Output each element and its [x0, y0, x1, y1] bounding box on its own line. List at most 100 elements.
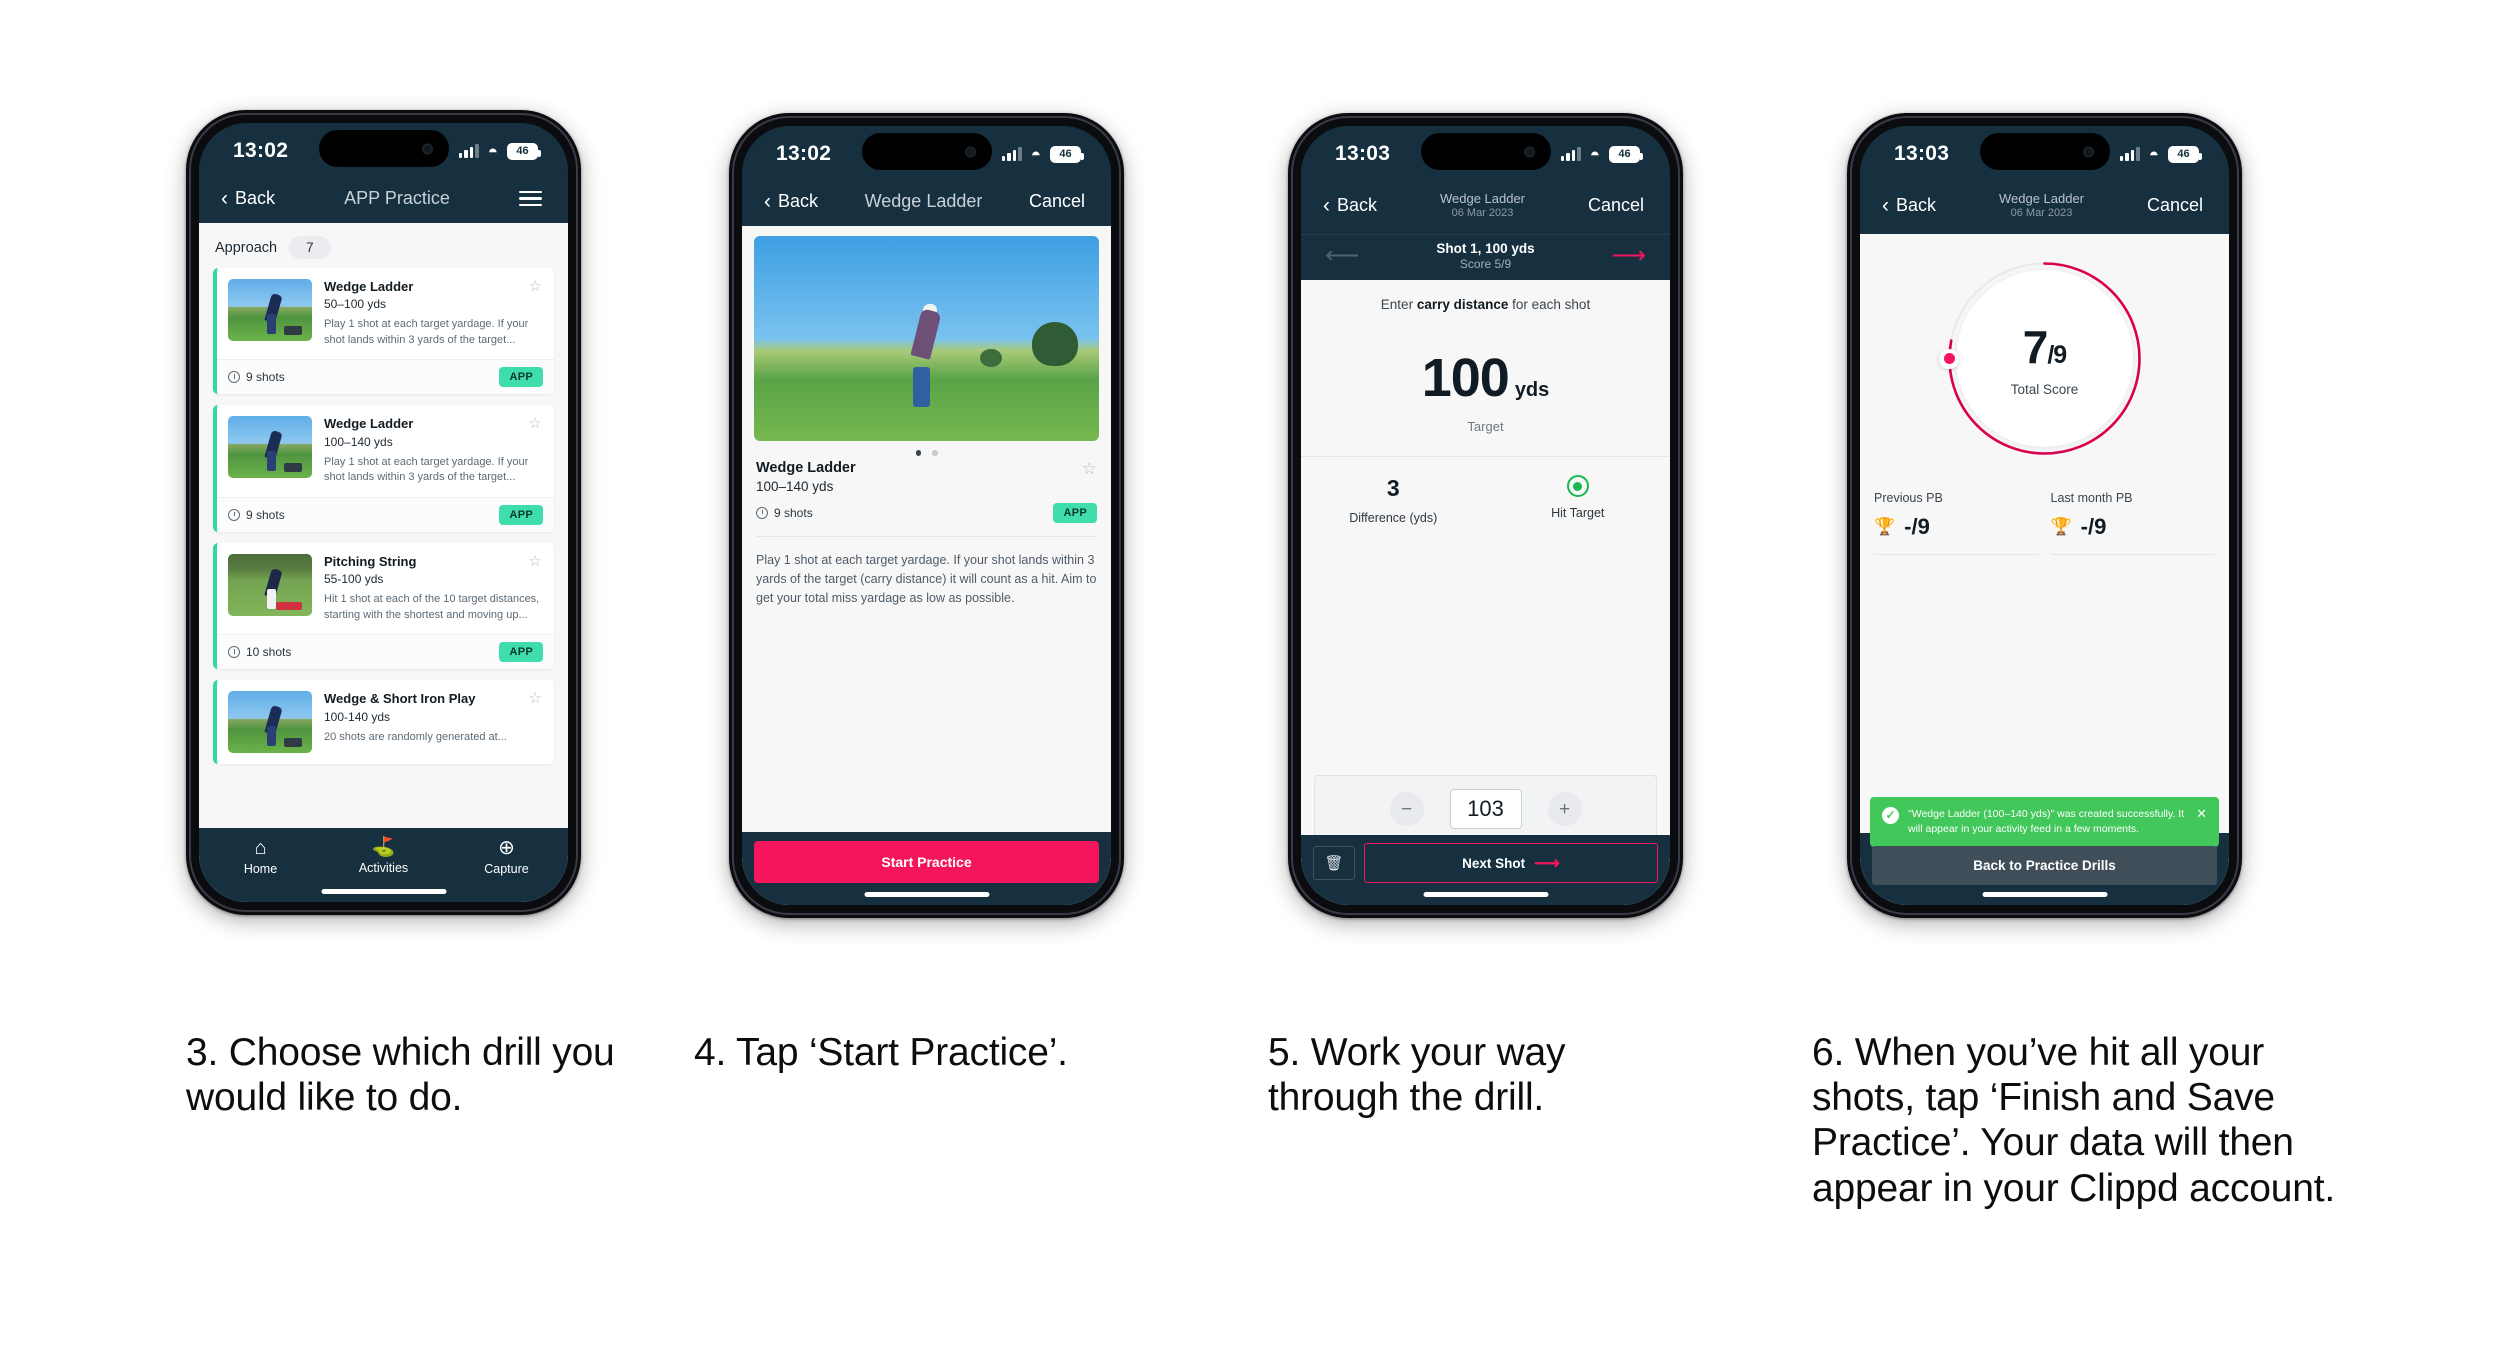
drill-title: Wedge Ladder: [324, 279, 414, 294]
pb-label: Last month PB: [2050, 491, 2133, 506]
favorite-star-icon[interactable]: ☆: [529, 279, 542, 294]
page-title: Wedge Ladder 06 Mar 2023: [1936, 191, 2147, 220]
nav-bar: ‹ Back APP Practice: [199, 179, 568, 223]
shots-label: 10 shots: [246, 645, 292, 660]
section-label: Approach: [215, 239, 278, 256]
tab-activities[interactable]: ⛳ Activities: [323, 838, 445, 875]
score-numerator: 7: [2022, 321, 2049, 374]
start-practice-button[interactable]: Start Practice: [754, 841, 1099, 883]
drill-card[interactable]: Wedge & Short Iron Play ☆ 100-140 yds 20…: [213, 680, 554, 765]
drill-shots: 9 shots: [228, 370, 285, 384]
pb-value: -/9: [2080, 514, 2107, 540]
increment-button[interactable]: +: [1547, 792, 1582, 826]
golf-flag-icon: ⛳: [371, 837, 396, 858]
close-icon[interactable]: ✕: [2196, 807, 2207, 820]
back-button[interactable]: ‹ Back: [1882, 195, 1936, 216]
dynamic-island: [318, 130, 449, 167]
clock-icon: [756, 506, 768, 519]
drill-description: Play 1 shot at each target yardage. If y…: [324, 455, 529, 484]
bullseye-icon: [1566, 475, 1589, 498]
camera-icon: [2082, 146, 2094, 157]
category-tag: APP: [499, 367, 543, 388]
decrement-button[interactable]: −: [1389, 792, 1424, 826]
drill-title: Pitching String: [324, 553, 417, 569]
status-time: 13:03: [1335, 142, 1391, 165]
carousel-dot[interactable]: [932, 450, 938, 456]
cancel-button[interactable]: Cancel: [1588, 195, 1644, 216]
drill-range: 100–140 yds: [324, 434, 393, 449]
phone-4-screen: 13:03 ◓ 46 ‹ Back Wedge Ladder 06 Mar 20…: [1860, 126, 2229, 905]
shot-metrics: 3 Difference (yds) Hit Target: [1301, 456, 1670, 525]
phone-2-screen: 13:02 ◓ 46 ‹ Back Wedge Ladder Cancel We…: [742, 126, 1111, 905]
favorite-star-icon[interactable]: ☆: [529, 554, 542, 569]
favorite-star-icon[interactable]: ☆: [1082, 460, 1097, 477]
success-toast: ✓ "Wedge Ladder (100–140 yds)" was creat…: [1870, 797, 2219, 847]
drill-title: Wedge & Short Iron Play: [324, 691, 476, 707]
phone-1-drill-list: 13:02 ◓ 46 ‹ Back APP Practice Approach: [186, 110, 581, 915]
toast-message: "Wedge Ladder (100–140 yds)" was created…: [1908, 808, 2185, 836]
carousel-dots[interactable]: [742, 441, 1111, 460]
arrow-right-icon[interactable]: ⟶: [1612, 244, 1646, 268]
back-button[interactable]: ‹ Back: [1323, 195, 1377, 216]
drill-card[interactable]: Wedge Ladder ☆ 50–100 yds Play 1 shot at…: [213, 268, 554, 395]
back-to-practice-drills-button[interactable]: Back to Practice Drills: [1872, 846, 2217, 885]
nav-subtitle-text: 06 Mar 2023: [2010, 207, 2073, 220]
drill-shots: 9 shots: [228, 508, 285, 522]
difference-value: 3: [1386, 475, 1400, 502]
bottom-tab-bar: ⌂ Home ⛳ Activities ⊕ Capture: [199, 828, 568, 902]
drill-description: Hit 1 shot at each of the 10 target dist…: [324, 593, 540, 621]
back-button[interactable]: ‹ Back: [764, 191, 818, 212]
hamburger-icon[interactable]: [519, 190, 542, 207]
tab-label: Activities: [358, 861, 409, 875]
clock-icon: [228, 371, 240, 384]
shot-navigator: ⟵ Shot 1, 100 yds Score 5/9 ⟶: [1301, 234, 1670, 281]
chevron-left-icon: ‹: [1323, 194, 1330, 218]
drill-range: 55-100 yds: [324, 572, 384, 587]
home-indicator: [1982, 892, 2107, 897]
cancel-button[interactable]: Cancel: [2147, 195, 2203, 216]
carousel-dot-active[interactable]: [915, 450, 921, 456]
shots-label: 9 shots: [774, 505, 813, 520]
signal-icon: [458, 144, 479, 158]
cancel-button[interactable]: Cancel: [1029, 191, 1085, 212]
score-ring-wrap: 7/9 Total Score: [1860, 234, 2229, 461]
next-shot-label: Next Shot: [1462, 855, 1526, 871]
target-readout: 100 yds Target: [1301, 347, 1670, 434]
tab-label: Capture: [484, 862, 529, 876]
dynamic-island: [861, 133, 992, 170]
drill-list: Wedge Ladder ☆ 50–100 yds Play 1 shot at…: [199, 268, 568, 765]
tab-capture[interactable]: ⊕ Capture: [446, 838, 568, 876]
drill-shots: 10 shots: [228, 645, 291, 659]
status-bar: 13:02 ◓ 46: [742, 126, 1111, 182]
drill-title: Wedge Ladder: [756, 459, 856, 476]
drill-title: Wedge Ladder: [324, 416, 414, 432]
phone-1-body: Approach 7 Wedge Ladder ☆ 50–100 yds Pla…: [199, 223, 568, 902]
score-ring: 7/9 Total Score: [1939, 256, 2147, 461]
signal-icon: [1001, 147, 1022, 161]
favorite-star-icon[interactable]: ☆: [529, 691, 542, 706]
category-tag: APP: [499, 504, 543, 525]
carry-distance-input[interactable]: 103: [1449, 789, 1522, 829]
favorite-star-icon[interactable]: ☆: [529, 416, 542, 431]
drill-card[interactable]: Pitching String ☆ 55-100 yds Hit 1 shot …: [213, 542, 554, 670]
phone-4-body: 7/9 Total Score Previous PB 🏆 -/9 Last m…: [1860, 234, 2229, 905]
wifi-icon: ◓: [1030, 144, 1041, 164]
back-button[interactable]: ‹ Back: [221, 188, 275, 209]
chevron-left-icon: ‹: [1882, 194, 1889, 218]
category-tag: APP: [499, 642, 543, 663]
trophy-icon: 🏆: [1874, 517, 1896, 537]
prompt-bold: carry distance: [1416, 297, 1509, 313]
back-label: Back: [1896, 195, 1937, 216]
arrow-left-icon[interactable]: ⟵: [1325, 244, 1359, 268]
drill-card[interactable]: Wedge Ladder ☆ 100–140 yds Play 1 shot a…: [213, 405, 554, 532]
tab-home[interactable]: ⌂ Home: [200, 838, 322, 876]
next-shot-button[interactable]: Next Shot ⟶: [1364, 843, 1658, 883]
trash-icon[interactable]: 🗑: [1313, 846, 1355, 880]
caption-step-4: 4. Tap ‘Start Practice’.: [694, 1031, 1068, 1074]
signal-icon: [1560, 147, 1581, 161]
back-label: Back: [235, 188, 276, 208]
nav-bar: ‹ Back Wedge Ladder 06 Mar 2023 Cancel: [1860, 182, 2229, 235]
status-bar: 13:02 ◓ 46: [199, 123, 568, 179]
drill-thumbnail: [228, 553, 312, 616]
wifi-icon: ◓: [2148, 144, 2159, 164]
